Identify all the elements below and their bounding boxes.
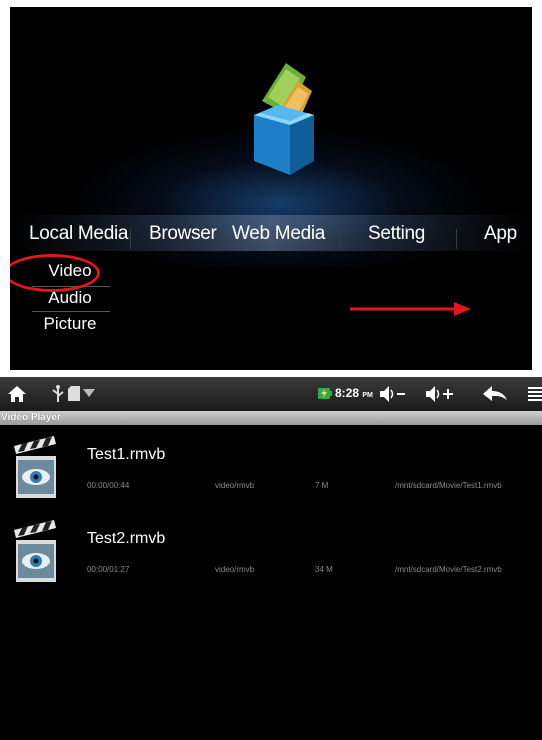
back-icon[interactable]: [483, 386, 507, 402]
menu-setting[interactable]: Setting: [368, 223, 425, 245]
battery-icon: [318, 388, 332, 399]
wifi-icon: [83, 389, 95, 397]
clock: 8:28 PM: [335, 386, 373, 400]
menu-browser[interactable]: Browser: [149, 223, 217, 245]
sd-card-icon: [68, 386, 80, 401]
volume-up-icon[interactable]: [426, 385, 454, 403]
file-row[interactable]: Test1.rmvb 00:00/00:44 video/rmvb 7 M /m…: [0, 436, 542, 516]
file-row[interactable]: Test2.rmvb 00:00/01:27 video/rmvb 34 M /…: [0, 520, 542, 600]
media-launcher: Local Media Browser Web Media Setting Ap…: [10, 7, 532, 370]
menu-app[interactable]: App: [484, 223, 517, 245]
file-type: video/rmvb: [215, 481, 255, 490]
home-icon[interactable]: [8, 386, 26, 402]
video-file-icon: [10, 436, 60, 506]
volume-down-icon[interactable]: [380, 385, 406, 403]
submenu-divider: [32, 311, 110, 312]
menu-separator: [456, 229, 457, 249]
submenu-picture[interactable]: Picture: [34, 314, 106, 334]
menu-icon[interactable]: [528, 387, 542, 401]
file-size: 7 M: [315, 481, 329, 490]
file-name: Test1.rmvb: [87, 446, 166, 463]
clock-ampm: PM: [362, 392, 373, 399]
file-duration: 00:00/01:27: [87, 565, 130, 574]
menu-separator: [130, 229, 131, 249]
menu-local-media[interactable]: Local Media: [29, 223, 128, 245]
file-path: /mnt/sdcard/Movie/Test2.rmvb: [395, 565, 502, 574]
clock-time: 8:28: [335, 386, 360, 400]
right-arrow-annotation: [350, 302, 471, 316]
menu-separator: [340, 229, 341, 249]
status-bar: 8:28 PM: [0, 377, 542, 411]
menu-separator: [221, 229, 222, 249]
video-file-icon: [10, 520, 60, 590]
app-title: Video Player: [1, 412, 61, 423]
video-player-screen: 8:28 PM Video Player Test1.rmvb 00:00/00…: [0, 377, 542, 740]
menu-web-media[interactable]: Web Media: [232, 223, 325, 245]
file-name: Test2.rmvb: [87, 530, 166, 547]
file-path: /mnt/sdcard/Movie/Test1.rmvb: [395, 481, 502, 490]
file-duration: 00:00/00:44: [87, 481, 130, 490]
media-cube-icon: [248, 57, 318, 187]
file-type: video/rmvb: [215, 565, 255, 574]
usb-icon: [52, 385, 64, 402]
title-bar: Video Player: [0, 411, 542, 425]
file-size: 34 M: [315, 565, 333, 574]
